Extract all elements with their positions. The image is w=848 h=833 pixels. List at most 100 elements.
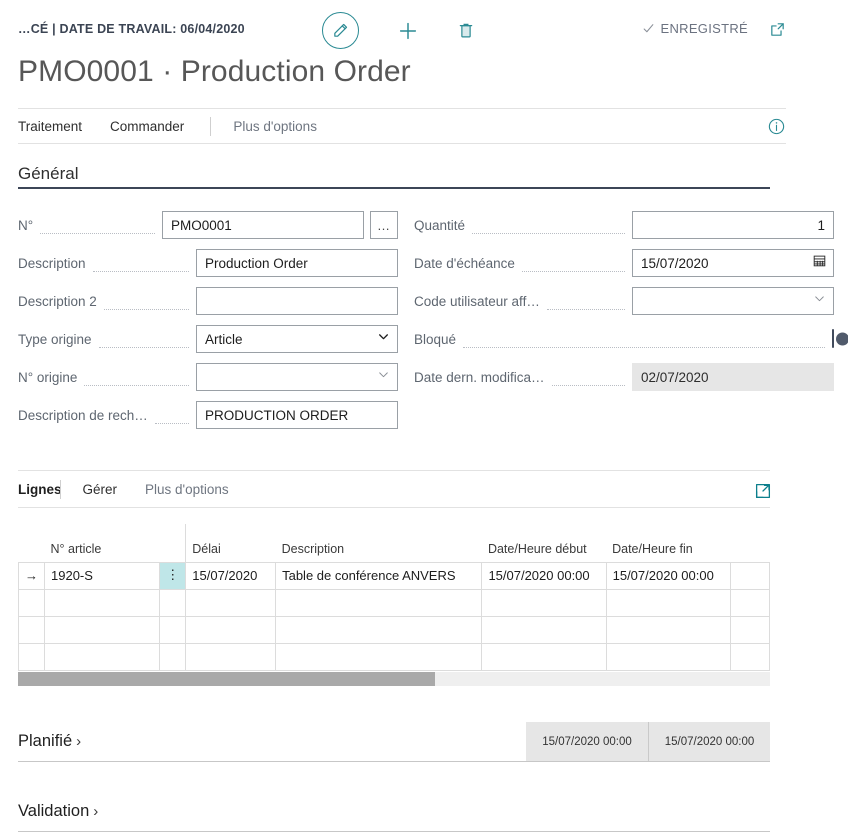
open-in-new-window-icon — [771, 23, 784, 36]
action-separator — [210, 116, 212, 136]
field-type-origine-control: Article — [196, 325, 398, 353]
cell-rowmenu[interactable] — [159, 615, 187, 644]
cell-start[interactable]: 15/07/2020 00:00 — [481, 561, 607, 590]
field-code-utilisateur-control — [632, 287, 834, 315]
header-start[interactable]: Date/Heure début — [482, 524, 606, 562]
lines-action-plus-options[interactable]: Plus d'options — [145, 482, 229, 497]
bloque-toggle[interactable] — [832, 329, 848, 348]
top-header: …CÉ | DATE DE TRAVAIL: 06/04/2020 ENREGI… — [0, 0, 848, 52]
delete-record-button[interactable] — [457, 21, 475, 40]
field-no-origine-control — [196, 363, 398, 391]
cell-description[interactable]: Table de conférence ANVERS — [275, 561, 483, 590]
date-derniere-modification-value: 02/07/2020 — [632, 363, 834, 391]
dot-leader — [40, 222, 155, 234]
field-description2-control — [196, 287, 398, 315]
header-end[interactable]: Date/Heure fin — [606, 524, 730, 562]
cell-end[interactable] — [605, 588, 731, 617]
cell-end[interactable] — [605, 642, 731, 671]
cell-description[interactable] — [275, 588, 483, 617]
section-validation[interactable]: Validation › — [18, 792, 770, 832]
header-article[interactable]: N° article — [45, 524, 160, 562]
field-quantite: Quantité 1 — [414, 206, 834, 244]
cell-start[interactable] — [481, 642, 607, 671]
field-no: N° PMO0001 … — [18, 206, 398, 244]
table-row[interactable] — [18, 642, 771, 671]
cell-article[interactable]: 1920-S — [43, 561, 161, 590]
cell-start[interactable] — [481, 588, 607, 617]
general-section-rule — [18, 187, 770, 189]
cell-extra[interactable] — [729, 615, 771, 644]
dot-leader — [521, 260, 625, 272]
cell-delai[interactable] — [185, 615, 277, 644]
action-plus-options[interactable]: Plus d'options — [233, 119, 317, 134]
cell-description[interactable] — [275, 615, 483, 644]
no-lookup-button[interactable]: … — [370, 211, 398, 239]
date-echeance-input[interactable]: 15/07/2020 — [632, 249, 834, 277]
header-description[interactable]: Description — [276, 524, 482, 562]
lines-table-head: N° article Délai Description Date/Heure … — [19, 524, 770, 562]
cell-end[interactable] — [605, 615, 731, 644]
header-actions-col — [160, 524, 186, 562]
lines-action-gerer[interactable]: Gérer — [83, 482, 118, 497]
page-title: PMO0001 · Production Order — [18, 55, 411, 88]
description-recherche-input[interactable]: PRODUCTION ORDER — [196, 401, 398, 429]
plus-icon — [399, 22, 417, 39]
row-indicator — [18, 615, 45, 644]
saved-status: ENREGISTRÉ — [642, 21, 748, 36]
edit-record-button[interactable] — [322, 12, 359, 49]
section-validation-title: Validation — [18, 802, 90, 820]
description2-input[interactable] — [196, 287, 398, 315]
chevron-right-icon: › — [93, 803, 99, 820]
description-input[interactable]: Production Order — [196, 249, 398, 277]
cell-start[interactable] — [481, 615, 607, 644]
lines-horizontal-scrollbar[interactable] — [18, 672, 770, 686]
row-indicator: → — [18, 561, 45, 590]
cell-rowmenu[interactable] — [159, 642, 187, 671]
header-delai[interactable]: Délai — [185, 524, 276, 562]
field-date-echeance-control: 15/07/2020 — [632, 249, 834, 277]
action-traitement[interactable]: Traitement — [18, 119, 82, 134]
pencil-icon — [322, 12, 359, 49]
cell-article[interactable] — [43, 642, 161, 671]
cell-article[interactable] — [43, 588, 161, 617]
table-row[interactable] — [18, 588, 771, 617]
general-right-column: Quantité 1 Date d'échéance 15/07/2020 Co… — [414, 206, 848, 396]
table-row[interactable]: → 1920-S ⋮ 15/07/2020 Table de conférenc… — [18, 561, 771, 590]
table-row[interactable] — [18, 615, 771, 644]
field-date-echeance-label: Date d'échéance — [414, 255, 515, 271]
saved-label: ENREGISTRÉ — [660, 21, 748, 36]
row-menu-button[interactable]: ⋮ — [159, 561, 187, 590]
cell-delai[interactable] — [185, 588, 277, 617]
action-commander[interactable]: Commander — [110, 119, 184, 134]
field-description2: Description 2 — [18, 282, 398, 320]
type-origine-select[interactable]: Article — [196, 325, 398, 353]
company-worldate-label: …CÉ | DATE DE TRAVAIL: 06/04/2020 — [18, 22, 245, 36]
new-record-button[interactable] — [397, 20, 419, 42]
cell-rowmenu[interactable] — [159, 588, 187, 617]
info-button[interactable] — [767, 117, 786, 136]
field-description-control: Production Order — [196, 249, 398, 277]
field-bloque-control — [832, 329, 848, 348]
action-bar: Traitement Commander Plus d'options — [18, 108, 786, 144]
cell-extra[interactable] — [729, 588, 771, 617]
code-utilisateur-lookup[interactable] — [632, 287, 834, 315]
cell-description[interactable] — [275, 642, 483, 671]
quantite-input[interactable]: 1 — [632, 211, 834, 239]
scrollbar-thumb[interactable] — [18, 672, 435, 686]
cell-delai[interactable]: 15/07/2020 — [185, 561, 277, 590]
open-in-new-window-button[interactable] — [769, 21, 786, 43]
cell-delai[interactable] — [185, 642, 277, 671]
cell-end[interactable]: 15/07/2020 00:00 — [605, 561, 731, 590]
info-circle-icon — [768, 118, 785, 134]
vertical-dots-icon: ⋮ — [166, 567, 180, 583]
cell-article[interactable] — [43, 615, 161, 644]
expand-lines-button[interactable] — [754, 482, 772, 505]
cell-extra[interactable] — [729, 561, 771, 590]
cell-extra[interactable] — [729, 642, 771, 671]
dot-leader — [92, 260, 189, 272]
no-origine-lookup[interactable] — [196, 363, 398, 391]
no-input[interactable]: PMO0001 — [162, 211, 364, 239]
field-description2-label: Description 2 — [18, 293, 97, 309]
field-type-origine-label: Type origine — [18, 331, 92, 347]
section-planifie[interactable]: Planifié › 15/07/2020 00:00 15/07/2020 0… — [18, 722, 770, 762]
